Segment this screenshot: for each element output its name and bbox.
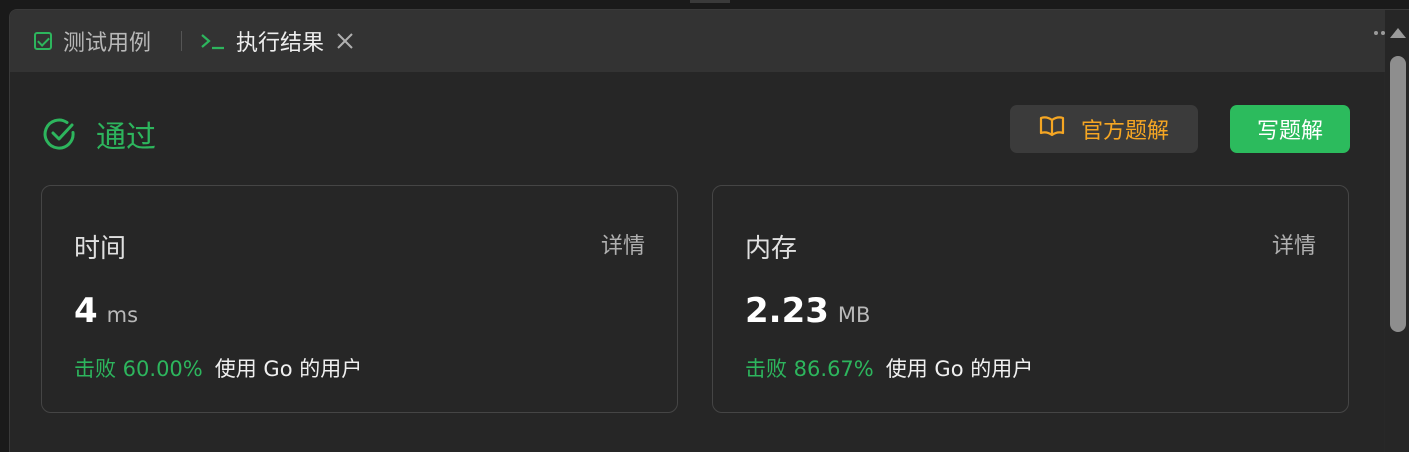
vertical-scrollbar[interactable]	[1385, 10, 1409, 452]
runtime-beat-suffix: 使用 Go 的用户	[214, 357, 363, 381]
tab-result[interactable]: 执行结果	[200, 10, 354, 72]
book-icon	[1039, 115, 1065, 143]
window-top-handle	[690, 0, 730, 3]
terminal-icon	[200, 31, 226, 51]
close-icon[interactable]	[336, 32, 354, 50]
memory-value: 2.23 MB	[745, 291, 870, 331]
tab-result-label: 执行结果	[236, 31, 325, 56]
memory-beat-percent: 击败 86.67%	[745, 357, 874, 381]
runtime-number: 4	[74, 291, 98, 331]
official-solution-label: 官方题解	[1080, 119, 1169, 144]
result-content: 通过 官方题解 写题解 时间 详情 4 ms 击败 60.00% 使用 Go 的…	[10, 72, 1384, 452]
runtime-value: 4 ms	[74, 291, 138, 331]
memory-beat-text: 击败 86.67% 使用 Go 的用户	[745, 353, 1033, 383]
result-panel: 测试用例 执行结果 通过 官方题解 写题解 时间 详情 4 ms 击败 60.0…	[9, 9, 1409, 452]
memory-number: 2.23	[745, 291, 829, 331]
scrollbar-thumb[interactable]	[1390, 56, 1406, 332]
check-circle-icon	[42, 116, 78, 152]
memory-unit: MB	[837, 303, 871, 327]
official-solution-button[interactable]: 官方题解	[1010, 105, 1198, 153]
memory-title: 内存	[745, 234, 798, 264]
tab-divider	[181, 31, 182, 51]
status-label: 通过	[96, 120, 156, 155]
tab-bar: 测试用例 执行结果	[10, 10, 1409, 72]
checkbox-icon	[34, 32, 52, 50]
scroll-up-arrow-icon[interactable]	[1390, 28, 1406, 38]
runtime-beat-percent: 击败 60.00%	[74, 357, 203, 381]
runtime-title: 时间	[74, 234, 127, 264]
status-accepted: 通过	[42, 112, 156, 156]
write-solution-button[interactable]: 写题解	[1230, 105, 1350, 153]
memory-beat-suffix: 使用 Go 的用户	[885, 357, 1034, 381]
tab-testcase[interactable]: 测试用例	[34, 10, 151, 72]
runtime-unit: ms	[106, 303, 139, 327]
runtime-beat-text: 击败 60.00% 使用 Go 的用户	[74, 353, 362, 383]
tab-testcase-label: 测试用例	[63, 31, 152, 56]
runtime-details-link[interactable]: 详情	[601, 228, 645, 260]
runtime-card: 时间 详情 4 ms 击败 60.00% 使用 Go 的用户	[41, 185, 678, 413]
memory-details-link[interactable]: 详情	[1272, 228, 1316, 260]
memory-card: 内存 详情 2.23 MB 击败 86.67% 使用 Go 的用户	[712, 185, 1349, 413]
